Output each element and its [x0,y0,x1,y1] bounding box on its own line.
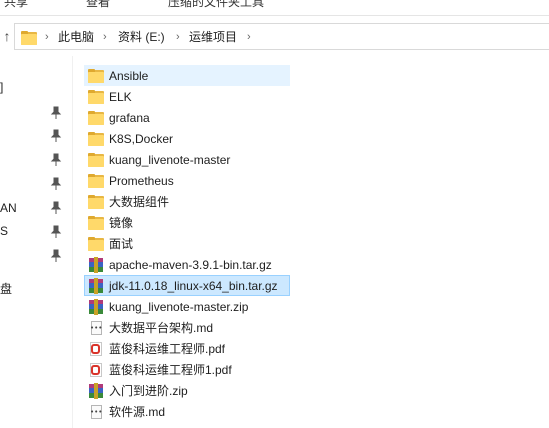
pin-icon[interactable] [50,177,62,191]
file-name: 大数据组件 [109,194,170,209]
pin-icon[interactable] [50,201,62,215]
nav-item-fragment[interactable]: S [0,224,8,238]
nav-item-fragment[interactable]: 盘 [0,280,12,297]
file-name: ELK [109,89,132,104]
markdown-file-icon: ••• [88,320,104,336]
file-name: 蓝俊科运维工程师1.pdf [109,362,232,377]
file-name: 镜像 [109,215,134,230]
navigation-pane: ] AN S 盘 [0,56,72,428]
nav-item-fragment[interactable]: ] [0,80,3,94]
folder-icon [88,131,104,147]
chevron-right-icon[interactable]: › [103,29,107,45]
file-name: 面试 [109,236,134,251]
pin-icon[interactable] [50,153,62,167]
file-name: jdk-11.0.18_linux-x64_bin.tar.gz [109,278,278,293]
address-row: ↑ › 此电脑 › 资料 (E:) › 运维项目 › [0,20,549,54]
pin-icon[interactable] [50,106,62,120]
tab-view[interactable]: 查看 [86,0,110,10]
file-name: grafana [109,110,150,125]
pdf-icon [88,341,104,357]
archive-icon [88,298,104,315]
file-name: kuang_livenote-master.zip [109,299,249,314]
file-name: kuang_livenote-master [109,152,231,167]
chevron-right-icon[interactable]: › [176,29,180,45]
file-name: apache-maven-3.9.1-bin.tar.gz [109,257,272,272]
folder-icon [88,173,104,189]
archive-icon [88,382,104,399]
list-item[interactable]: K8S,Docker [84,128,290,149]
tab-compressed-folder-tools[interactable]: 压缩的文件夹工具 [168,0,264,10]
file-name: K8S,Docker [109,131,174,146]
tab-share[interactable]: 共享 [4,0,28,10]
markdown-file-icon: ••• [88,404,104,420]
file-name: 入门到进阶.zip [109,383,188,398]
file-name: 大数据平台架构.md [109,320,214,335]
pin-icon[interactable] [50,225,62,239]
address-bar[interactable]: › 此电脑 › 资料 (E:) › 运维项目 › [14,23,549,50]
folder-icon [88,215,104,231]
folder-icon [88,68,104,84]
list-item[interactable]: kuang_livenote-master.zip [84,296,290,317]
folder-icon [88,110,104,126]
list-item[interactable]: Prometheus [84,170,290,191]
nav-item-fragment[interactable]: AN [0,201,17,215]
list-item[interactable]: Ansible [84,65,290,86]
list-item[interactable]: apache-maven-3.9.1-bin.tar.gz [84,254,290,275]
ribbon-tab-bar: 共享 查看 压缩的文件夹工具 [0,0,549,16]
folder-icon [88,152,104,168]
up-arrow-icon[interactable]: ↑ [0,26,14,46]
list-item[interactable]: 入门到进阶.zip [84,380,290,401]
file-name: Ansible [109,68,149,83]
folder-icon [21,30,37,45]
folder-icon [88,236,104,252]
list-item[interactable]: 大数据组件 [84,191,290,212]
pdf-icon [88,362,104,378]
chevron-right-icon[interactable]: › [45,29,49,45]
folder-icon [88,194,104,210]
list-item-selected[interactable]: jdk-11.0.18_linux-x64_bin.tar.gz [84,275,290,296]
list-item[interactable]: 蓝俊科运维工程师.pdf [84,338,290,359]
file-name: 蓝俊科运维工程师.pdf [109,341,226,356]
breadcrumb-ops-projects[interactable]: 运维项目 [189,29,237,45]
archive-icon [88,256,104,273]
pane-divider[interactable] [72,56,73,428]
list-item[interactable]: 面试 [84,233,290,254]
list-item[interactable]: grafana [84,107,290,128]
breadcrumb-this-pc[interactable]: 此电脑 [58,29,94,45]
list-item[interactable]: ••• 大数据平台架构.md [84,317,290,338]
archive-icon [88,277,104,294]
list-item[interactable]: 镜像 [84,212,290,233]
folder-icon [88,89,104,105]
list-item[interactable]: ••• 软件源.md [84,401,290,422]
pin-icon[interactable] [50,249,62,263]
pin-icon[interactable] [50,129,62,143]
list-item[interactable]: 蓝俊科运维工程师1.pdf [84,359,290,380]
breadcrumb-drive-e[interactable]: 资料 (E:) [118,29,165,45]
list-item[interactable]: kuang_livenote-master [84,149,290,170]
file-name: 软件源.md [109,404,166,419]
chevron-right-icon[interactable]: › [247,29,251,45]
list-item[interactable]: ELK [84,86,290,107]
file-name: Prometheus [109,173,174,188]
